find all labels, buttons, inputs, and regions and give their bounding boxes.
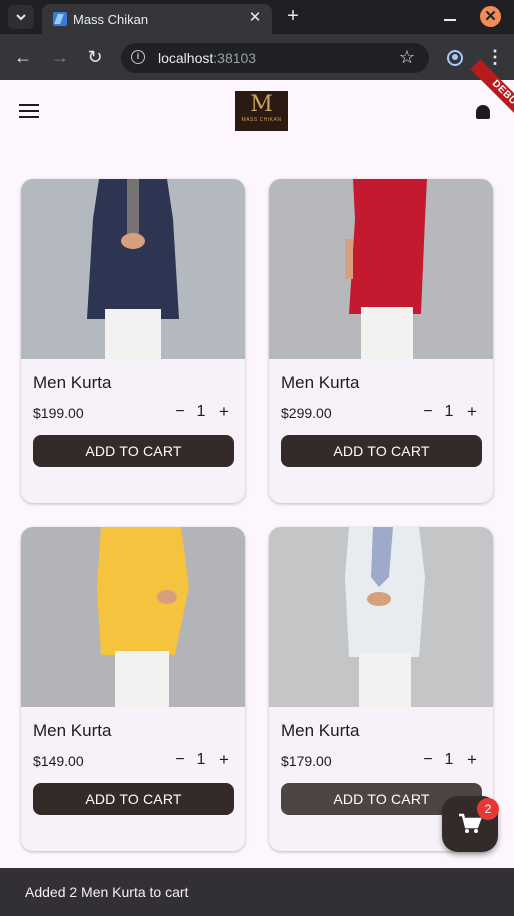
decrease-quantity-button[interactable]: − (421, 751, 435, 769)
notification-bell-icon[interactable] (476, 105, 490, 119)
address-bar[interactable]: i localhost:38103 ☆ (121, 43, 429, 73)
product-name: Men Kurta (33, 373, 112, 392)
product-price: $149.00 (33, 753, 84, 769)
new-tab-button[interactable]: + (284, 4, 302, 28)
quantity-value: 1 (196, 403, 206, 420)
minimize-window-icon[interactable] (444, 19, 456, 21)
product-card[interactable]: Men Kurta $299.00 − 1 + ADD TO CART (269, 179, 493, 503)
site-info-icon[interactable]: i (131, 50, 145, 64)
tab-title: Mass Chikan (73, 12, 149, 27)
cart-count-badge: 2 (477, 798, 499, 820)
browser-tab[interactable]: Mass Chikan ✕ (42, 4, 272, 34)
chevron-down-icon (16, 14, 26, 21)
increase-quantity-button[interactable]: + (465, 750, 479, 770)
back-arrow-icon[interactable]: ← (13, 47, 33, 67)
add-to-cart-button[interactable]: ADD TO CART (33, 783, 234, 815)
increase-quantity-button[interactable]: + (217, 750, 231, 770)
reload-icon[interactable]: ↻ (85, 47, 105, 67)
product-price: $299.00 (281, 405, 332, 421)
snackbar-message: Added 2 Men Kurta to cart (25, 884, 189, 900)
product-image (269, 179, 493, 359)
product-name: Men Kurta (281, 373, 360, 392)
url-text: localhost:38103 (158, 50, 257, 66)
quantity-value: 1 (444, 751, 454, 768)
brand-logo: M MASS CHIKAN (235, 91, 288, 131)
product-image (21, 527, 245, 707)
close-window-button[interactable]: ✕ (480, 6, 501, 27)
add-to-cart-button[interactable]: ADD TO CART (281, 435, 482, 467)
product-price: $179.00 (281, 753, 332, 769)
increase-quantity-button[interactable]: + (465, 402, 479, 422)
snackbar: Added 2 Men Kurta to cart (0, 868, 514, 916)
product-image (269, 527, 493, 707)
browser-tab-strip: Mass Chikan ✕ + ✕ (0, 0, 514, 34)
browser-menu-icon[interactable]: ⋮ (486, 47, 504, 67)
product-card[interactable]: Men Kurta $199.00 − 1 + ADD TO CART (21, 179, 245, 503)
app-bar: M MASS CHIKAN (0, 80, 514, 142)
quantity-value: 1 (196, 751, 206, 768)
decrease-quantity-button[interactable]: − (173, 751, 187, 769)
product-name: Men Kurta (281, 721, 360, 740)
decrease-quantity-button[interactable]: − (173, 403, 187, 421)
product-price: $199.00 (33, 405, 84, 421)
tab-search-button[interactable] (8, 5, 34, 29)
decrease-quantity-button[interactable]: − (421, 403, 435, 421)
profile-icon[interactable] (447, 50, 463, 66)
quantity-value: 1 (444, 403, 454, 420)
product-image (21, 179, 245, 359)
product-name: Men Kurta (33, 721, 112, 740)
add-to-cart-button[interactable]: ADD TO CART (33, 435, 234, 467)
forward-arrow-icon[interactable]: → (50, 47, 70, 67)
bookmark-star-icon[interactable]: ☆ (399, 47, 415, 68)
flutter-favicon-icon (53, 12, 67, 26)
menu-hamburger-icon[interactable] (19, 103, 39, 119)
browser-toolbar: ← → ↻ i localhost:38103 ☆ ⋮ (0, 34, 514, 80)
increase-quantity-button[interactable]: + (217, 402, 231, 422)
product-card[interactable]: Men Kurta $149.00 − 1 + ADD TO CART (21, 527, 245, 851)
close-tab-icon[interactable]: ✕ (246, 9, 264, 27)
